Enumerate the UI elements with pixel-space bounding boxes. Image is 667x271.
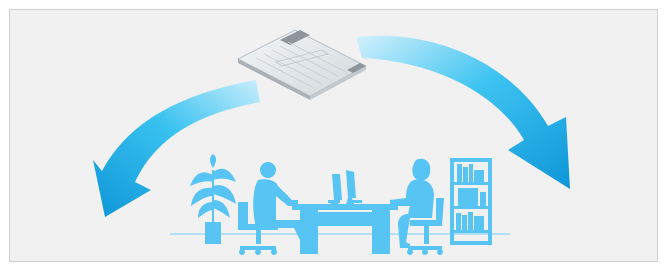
office-airflow-diagram [10, 10, 657, 261]
diagram-frame [9, 9, 658, 262]
